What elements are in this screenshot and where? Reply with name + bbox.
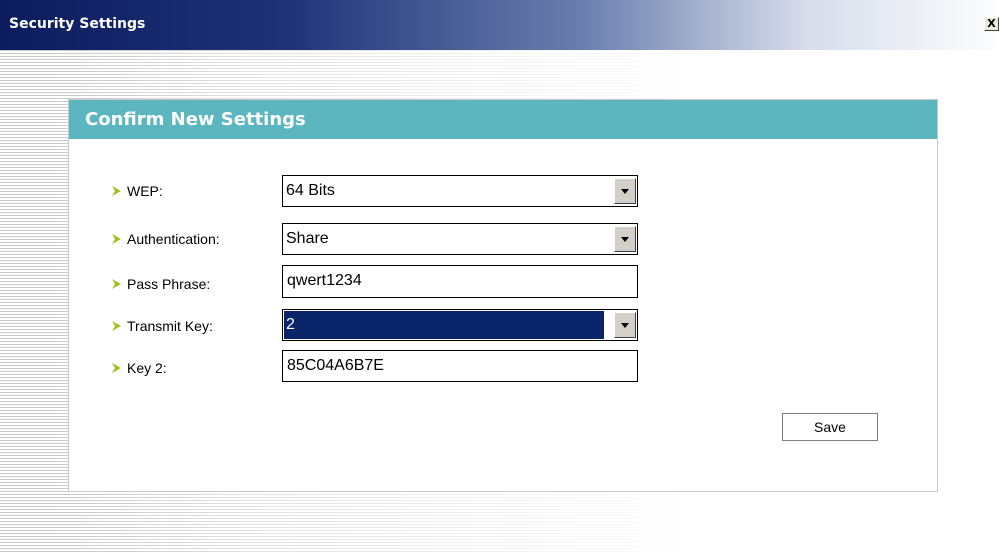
pass-phrase-label-text: Pass Phrase: <box>127 276 211 292</box>
title-bar: Security Settings X <box>0 0 1006 50</box>
arrow-bullet-icon <box>112 186 121 196</box>
dropdown-arrow-icon <box>621 237 629 242</box>
confirm-settings-panel: Confirm New Settings WEP: 64 Bits Authen… <box>68 99 938 492</box>
pass-phrase-label: Pass Phrase: <box>112 274 210 294</box>
wep-select[interactable]: 64 Bits <box>282 175 638 207</box>
key-2-input[interactable]: 85C04A6B7E <box>282 350 638 382</box>
authentication-label-text: Authentication: <box>127 231 220 247</box>
wep-label-text: WEP: <box>127 183 163 199</box>
pass-phrase-value: qwert1234 <box>287 272 362 289</box>
key-2-label: Key 2: <box>112 358 167 378</box>
transmit-key-select[interactable]: 2 <box>282 309 638 341</box>
wep-value: 64 Bits <box>286 182 335 199</box>
transmit-key-label: Transmit Key: <box>112 316 213 336</box>
key-2-label-text: Key 2: <box>127 360 167 376</box>
pass-phrase-input[interactable]: qwert1234 <box>282 265 638 298</box>
authentication-dropdown-button[interactable] <box>614 226 636 252</box>
authentication-value: Share <box>286 230 329 247</box>
wep-dropdown-button[interactable] <box>614 178 636 204</box>
transmit-key-value: 2 <box>286 316 295 333</box>
arrow-bullet-icon <box>112 234 121 244</box>
panel-title: Confirm New Settings <box>85 109 306 130</box>
transmit-key-label-text: Transmit Key: <box>127 318 213 334</box>
close-icon: X <box>987 17 996 30</box>
transmit-key-dropdown-button[interactable] <box>614 312 636 338</box>
arrow-bullet-icon <box>112 321 121 331</box>
security-settings-window: Security Settings X Confirm New Settings… <box>0 0 1006 554</box>
close-button[interactable]: X <box>984 17 999 31</box>
window-title: Security Settings <box>9 16 146 32</box>
arrow-bullet-icon <box>112 279 121 289</box>
authentication-label: Authentication: <box>112 229 220 249</box>
arrow-bullet-icon <box>112 363 121 373</box>
wep-label: WEP: <box>112 181 163 201</box>
key-2-value: 85C04A6B7E <box>287 357 384 374</box>
panel-header: Confirm New Settings <box>69 100 937 139</box>
dropdown-arrow-icon <box>621 323 629 328</box>
dropdown-arrow-icon <box>621 189 629 194</box>
authentication-select[interactable]: Share <box>282 223 638 255</box>
selection-highlight <box>284 311 604 339</box>
save-button[interactable]: Save <box>782 413 878 441</box>
